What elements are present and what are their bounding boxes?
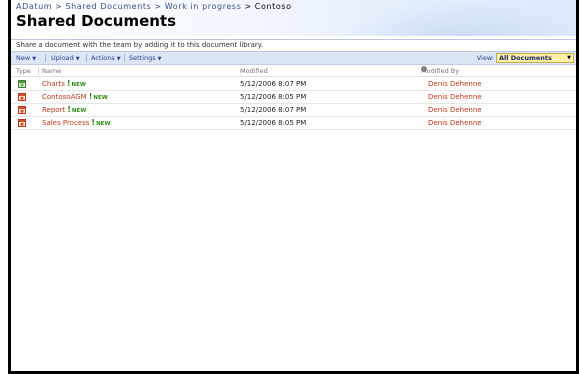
new-badge: !NEW bbox=[67, 105, 87, 114]
header-decoration bbox=[341, 0, 579, 36]
new-badge-label: NEW bbox=[71, 82, 86, 88]
table-row[interactable]: Report !NEW 5/12/2006 8:07 PM Denis Dehenne bbox=[11, 104, 576, 117]
table-row[interactable]: ContosoAGM !NEW 5/12/2006 8:05 PM Denis Deh… bbox=[11, 91, 576, 104]
powerpoint-icon[interactable] bbox=[18, 119, 26, 127]
new-badge-mark: ! bbox=[88, 92, 93, 101]
breadcrumb-link-shared-documents[interactable]: Shared Documents bbox=[65, 2, 151, 11]
new-badge: !NEW bbox=[88, 92, 108, 101]
chevron-down-icon: ▼ bbox=[75, 56, 80, 62]
breadcrumb-link-work-in-progress[interactable]: Work in progress bbox=[165, 2, 242, 11]
column-divider bbox=[38, 67, 39, 75]
powerpoint-icon[interactable] bbox=[18, 106, 26, 114]
new-badge: !NEW bbox=[91, 118, 111, 127]
new-badge: !NEW bbox=[66, 79, 86, 88]
document-modified-date: 5/12/2006 8:05 PM bbox=[240, 93, 307, 101]
breadcrumb-separator: > bbox=[55, 2, 63, 11]
new-badge-mark: ! bbox=[67, 105, 71, 114]
document-name: Report bbox=[42, 106, 66, 114]
toolbar-divider bbox=[124, 54, 125, 62]
toolbar-divider bbox=[45, 54, 46, 62]
view-label: View: bbox=[476, 54, 494, 62]
toolbar-divider bbox=[86, 54, 87, 62]
breadcrumb-link-adatum[interactable]: ADatum bbox=[16, 2, 52, 11]
document-name-link[interactable]: ContosoAGM !NEW bbox=[42, 91, 108, 104]
breadcrumb: ADatum > Shared Documents > Work in progress… bbox=[16, 2, 292, 11]
view-selector-value: All Documents bbox=[499, 54, 552, 62]
document-modified-by-link[interactable]: Denis Dehenne bbox=[428, 91, 482, 103]
chevron-down-icon: ▼ bbox=[567, 55, 571, 61]
new-badge-mark: ! bbox=[91, 118, 96, 127]
settings-menu-label: Settings bbox=[129, 54, 156, 62]
document-modified-by-link[interactable]: Denis Dehenne bbox=[428, 78, 482, 90]
breadcrumb-current: Contoso bbox=[254, 2, 292, 11]
new-menu-label: New bbox=[16, 54, 31, 62]
new-badge-label: NEW bbox=[71, 108, 87, 114]
settings-menu-button[interactable]: Settings ▼ bbox=[129, 52, 162, 65]
new-badge-mark: ! bbox=[66, 79, 71, 88]
chevron-down-icon: ▼ bbox=[157, 56, 162, 62]
document-modified-date: 5/12/2006 8:07 PM bbox=[240, 106, 307, 114]
breadcrumb-separator: > bbox=[154, 2, 162, 11]
document-modified-by-link[interactable]: Denis Dehenne bbox=[428, 104, 482, 116]
actions-menu-button[interactable]: Actions ▼ bbox=[91, 52, 121, 65]
document-modified-by-link[interactable]: Denis Dehenne bbox=[428, 117, 482, 129]
new-badge-label: NEW bbox=[93, 95, 108, 101]
column-header-type[interactable]: Type bbox=[16, 66, 31, 76]
document-name-link[interactable]: Charts !NEW bbox=[42, 78, 86, 91]
powerpoint-icon[interactable] bbox=[18, 93, 26, 101]
document-modified-date: 5/12/2006 8:07 PM bbox=[240, 80, 307, 88]
actions-menu-label: Actions bbox=[91, 54, 115, 62]
chevron-down-icon: ▼ bbox=[116, 56, 121, 62]
table-row[interactable]: Charts !NEW 5/12/2006 8:07 PM Denis Dehenne bbox=[11, 78, 576, 91]
document-name: Charts bbox=[42, 80, 65, 88]
table-row[interactable]: Sales Process !NEW 5/12/2006 8:05 PM Denis … bbox=[11, 117, 576, 130]
document-name: Sales Process bbox=[42, 119, 90, 127]
new-badge-label: NEW bbox=[96, 121, 111, 127]
upload-menu-button[interactable]: Upload ▼ bbox=[51, 52, 80, 65]
document-library-window: ADatum > Shared Documents > Work in progress… bbox=[8, 0, 579, 374]
column-header-modified-by-label: Modified By bbox=[421, 67, 460, 75]
page-header: ADatum > Shared Documents > Work in progress… bbox=[11, 0, 579, 36]
document-modified-date: 5/12/2006 8:05 PM bbox=[240, 119, 307, 127]
column-header-name[interactable]: Name bbox=[42, 66, 61, 76]
column-header-row: Type Name Modified Modified By bbox=[11, 66, 576, 77]
new-menu-button[interactable]: New ▼ bbox=[16, 52, 36, 65]
library-toolbar: New ▼ Upload ▼ Actions ▼ Settings ▼ View: Al… bbox=[11, 52, 576, 65]
view-selector[interactable]: All Documents ▼ bbox=[496, 53, 574, 63]
document-name-link[interactable]: Sales Process !NEW bbox=[42, 117, 111, 130]
breadcrumb-separator: > bbox=[244, 2, 252, 11]
excel-icon[interactable] bbox=[18, 80, 26, 88]
upload-menu-label: Upload bbox=[51, 54, 74, 62]
column-header-modified[interactable]: Modified bbox=[240, 66, 268, 76]
page-title: Shared Documents bbox=[16, 12, 177, 30]
library-description: Share a document with the team by adding… bbox=[11, 39, 576, 52]
chevron-down-icon: ▼ bbox=[32, 56, 37, 62]
document-name-link[interactable]: Report !NEW bbox=[42, 104, 86, 117]
document-name: ContosoAGM bbox=[42, 93, 87, 101]
